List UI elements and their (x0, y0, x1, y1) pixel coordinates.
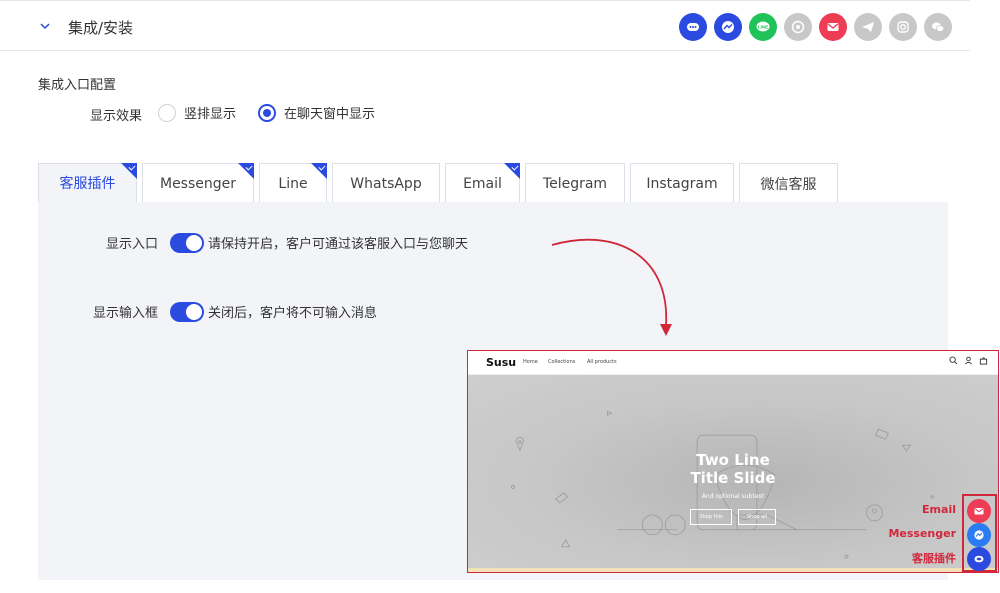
chevron-down-icon[interactable] (40, 21, 50, 31)
radio-label: 竖排显示 (184, 107, 237, 122)
widget-chat-button[interactable] (967, 547, 991, 571)
cart-icon (979, 357, 988, 365)
preview-navbar: Susu Home Collections All products (468, 351, 998, 375)
tab-line[interactable]: Line (259, 163, 327, 203)
search-icon (949, 356, 958, 365)
tab-label: WhatsApp (350, 175, 422, 192)
show-entry-toggle[interactable] (170, 233, 204, 253)
email-icon (974, 508, 984, 515)
widget-label-email: Email (922, 503, 956, 516)
wechat-icon[interactable] (924, 13, 952, 41)
svg-text:LINE: LINE (758, 25, 768, 30)
messenger-icon (974, 530, 984, 540)
tab-label: Line (278, 175, 308, 192)
messenger-icon[interactable] (714, 13, 742, 41)
email-icon[interactable] (819, 13, 847, 41)
line-icon[interactable]: LINE (749, 13, 777, 41)
tab-label: Messenger (159, 175, 237, 192)
preview-arrow-icon (551, 238, 672, 336)
tab-telegram[interactable]: Telegram (525, 163, 625, 203)
configured-corner-icon (504, 163, 520, 179)
preview-nav-icons (949, 356, 988, 365)
radio-in-chat-window[interactable]: 在聊天窗中显示 (258, 103, 375, 122)
tab-wechat[interactable]: 微信客服 (739, 163, 838, 203)
configured-corner-icon (311, 163, 327, 179)
show-input-label: 显示输入框 (92, 306, 158, 321)
widget-label-widget: 客服插件 (912, 552, 956, 565)
tab-label: 客服插件 (59, 176, 116, 192)
tab-messenger[interactable]: Messenger (142, 163, 254, 203)
whatsapp-icon[interactable] (784, 13, 812, 41)
tab-email[interactable]: Email (445, 163, 520, 203)
preview-logo: Susu (486, 356, 517, 369)
account-icon (965, 356, 972, 365)
tab-label: 微信客服 (760, 176, 817, 193)
radio-circle-checked[interactable] (258, 103, 276, 122)
channel-icon-row: LINE (679, 13, 952, 41)
channel-tabs: 客服插件 Messenger Line WhatsApp Email Teleg… (38, 163, 838, 203)
integration-section-header[interactable]: 集成/安装 LINE (0, 0, 970, 51)
display-effect-label: 显示效果 (90, 109, 143, 124)
preview-shop-all-button[interactable]: Shop all (738, 509, 776, 525)
telegram-icon[interactable] (854, 13, 882, 41)
chat-widget-icon[interactable] (679, 13, 707, 41)
configured-corner-icon (238, 163, 254, 179)
widget-label-messenger: Messenger (888, 527, 956, 540)
preview-nav-link: All products (587, 359, 617, 365)
config-heading: 集成入口配置 (38, 78, 117, 93)
show-input-toggle[interactable] (170, 302, 204, 322)
tab-label: Instagram (646, 175, 718, 192)
widget-messenger-button[interactable] (967, 523, 991, 547)
widget-email-button[interactable] (967, 499, 991, 523)
preview-hero: Two Line Title Slide And optional subtex… (468, 375, 998, 570)
show-input-desc: 关闭后，客户将不可输入消息 (208, 306, 378, 321)
chat-widget-icon (974, 555, 984, 563)
preview-bottom-bar (468, 568, 998, 572)
radio-label: 在聊天窗中显示 (284, 107, 376, 122)
preview-hero-subtitle: And optional subtext (701, 493, 765, 500)
tab-whatsapp[interactable]: WhatsApp (332, 163, 440, 203)
show-entry-desc: 请保持开启，客户可通过该客服入口与您聊天 (208, 237, 469, 252)
show-entry-label: 显示入口 (105, 237, 158, 252)
instagram-icon[interactable] (889, 13, 917, 41)
configured-corner-icon (121, 163, 137, 179)
tab-instagram[interactable]: Instagram (630, 163, 734, 203)
tab-label: Email (463, 175, 502, 192)
tab-label: Telegram (542, 175, 608, 192)
preview-hero-title: Two Line Title Slide (690, 451, 776, 487)
preview-nav-link: Home (523, 359, 538, 365)
preview-shop-this-button[interactable]: Shop this (690, 509, 732, 525)
section-title: 集成/安装 (68, 19, 134, 37)
tab-widget[interactable]: 客服插件 (38, 163, 137, 203)
radio-circle[interactable] (158, 103, 176, 122)
radio-vertical-display[interactable]: 竖排显示 (158, 103, 236, 122)
preview-nav-link: Collections (548, 359, 576, 365)
